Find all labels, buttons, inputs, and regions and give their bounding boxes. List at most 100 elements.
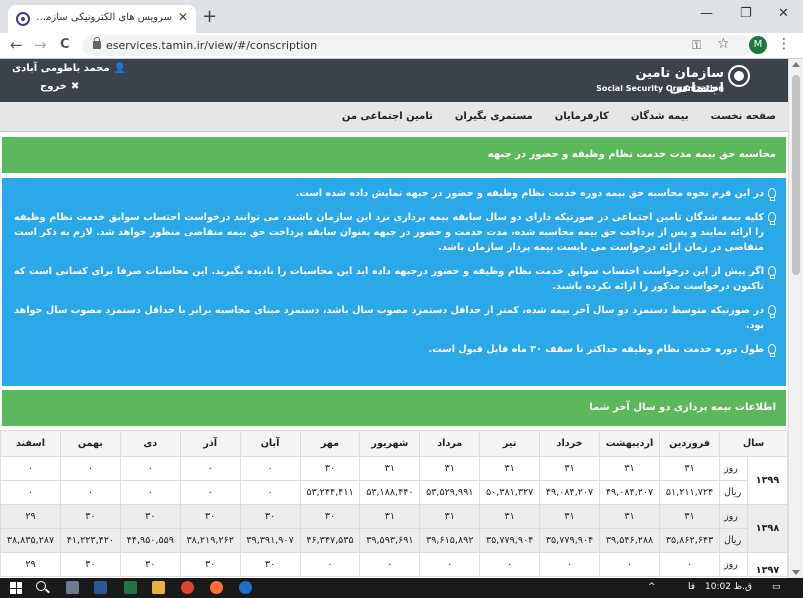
browser-window: سرویس های الکترونیکی سازمان تام ✕ + — ❐ … [0, 0, 803, 598]
days-cell: ۳۱ [419, 504, 481, 529]
contribution-table: سال فروردین اردیبهشت خرداد تیر مرداد شهر… [0, 430, 788, 577]
reload-button[interactable]: C [60, 37, 70, 52]
file-explorer-icon[interactable] [152, 581, 165, 594]
unit-rial-label: ریال [719, 528, 748, 553]
clock[interactable]: ق.ظ 10:02 [705, 582, 752, 592]
days-cell: ۳۱ [598, 456, 661, 481]
info-text: در صورتیکه متوسط دستمزد دو سال آخر بیمه … [14, 305, 764, 331]
scrollbar-thumb[interactable] [792, 75, 800, 275]
word-icon[interactable] [94, 581, 107, 594]
tab-close-icon[interactable]: ✕ [178, 10, 188, 24]
rial-cell: ۰ [59, 480, 121, 505]
days-cell: ۰ [359, 552, 421, 577]
nav-item-insured[interactable]: بیمه شدگان [631, 111, 689, 122]
logout-link[interactable]: ✖ خروج [40, 81, 79, 92]
logo-emblem-icon [728, 65, 750, 87]
maximize-button[interactable]: ❐ [740, 6, 752, 21]
days-cell: ۳۰ [119, 504, 181, 529]
days-cell: ۳۰ [179, 552, 241, 577]
table-row: ریال ۳۵,۸۶۲,۶۴۳ ۳۹,۵۴۶,۲۸۸ ۳۵,۷۷۹,۹۰۴ ۳۵… [0, 528, 788, 553]
tab-strip: سرویس های الکترونیکی سازمان تام ✕ + — ❐ … [0, 0, 803, 33]
excel-icon[interactable] [124, 581, 137, 594]
window-close-button[interactable]: ✕ [778, 6, 789, 21]
month-header: آذر [179, 430, 241, 457]
language-indicator[interactable]: فا [688, 582, 695, 592]
rial-cell: ۰ [239, 480, 301, 505]
rial-cell: ۳۸,۲۱۹,۲۶۲ [179, 528, 241, 553]
scroll-down-arrow-icon[interactable] [792, 570, 800, 575]
rial-cell: ۳۵,۸۶۲,۶۴۳ [659, 528, 720, 553]
info-text: طول دوره خدمت نظام وظیفه حداکثر تا سقف ۳… [428, 344, 764, 355]
page-viewport: سازمان تامین اجتماعی Social Security Org… [0, 59, 788, 578]
days-cell: ۰ [419, 552, 481, 577]
firefox-icon[interactable] [210, 581, 223, 594]
history-header: اطلاعات بیمه پردازی دو سال آخر شما [2, 390, 786, 426]
logout-icon: ✖ [70, 81, 80, 92]
new-tab-button[interactable]: + [202, 6, 217, 27]
days-cell: ۲۹ [0, 504, 61, 529]
lightbulb-icon [768, 212, 776, 225]
rial-cell: ۴۶,۳۴۷,۵۳۵ [299, 528, 361, 553]
calc-header: محاسبه حق بیمه مدت خدمت نظام وظیفه و حضو… [2, 137, 786, 173]
user-icon: 👤 [113, 63, 127, 74]
forward-button[interactable]: → [34, 36, 47, 54]
logout-label: خروج [40, 81, 67, 92]
days-cell: ۳۰ [299, 504, 361, 529]
info-text: کلیه بیمه شدگان تامین اجتماعی در صورتیکه… [14, 212, 764, 253]
minimize-button[interactable]: — [700, 6, 713, 21]
nav-item-pensioners[interactable]: مستمری بگیران [455, 111, 533, 122]
profile-avatar[interactable]: M [749, 36, 767, 54]
tab-title: سرویس های الکترونیکی سازمان تام [36, 12, 172, 23]
month-header: اسفند [0, 430, 61, 457]
nav-item-my-tamin[interactable]: تامین اجتماعی من [342, 111, 433, 122]
rial-cell: ۰ [119, 480, 181, 505]
task-view-icon[interactable] [66, 581, 79, 594]
lightbulb-icon [768, 266, 776, 279]
days-cell: ۳۱ [419, 456, 481, 481]
table-row: ۱۳۹۷ روز ۰ ۰ ۰ ۰ ۰ ۰ ۰ ۳۰ ۳۰ ۳۰ ۳۰ ۲۹ [0, 552, 788, 577]
info-text: اگر پیش از این درخواست احتساب سوابق خدمت… [14, 266, 764, 292]
month-header: فروردین [659, 430, 720, 457]
tray-chevron-icon[interactable]: ^ [648, 582, 656, 592]
unit-days-label: روز [719, 504, 748, 529]
days-cell: ۰ [239, 456, 301, 481]
month-header: مهر [299, 430, 361, 457]
rial-cell: ۳۹,۶۱۵,۸۹۲ [419, 528, 481, 553]
url-bar[interactable]: eservices.tamin.ir/view/#/conscription [82, 35, 752, 56]
search-icon[interactable] [36, 581, 46, 591]
main-nav: صفحه نخست بیمه شدگان کارفرمایان مستمری ب… [0, 102, 788, 132]
days-cell: ۳۱ [539, 504, 600, 529]
chrome-icon[interactable] [181, 581, 194, 594]
month-header: تیر [479, 430, 541, 457]
ie-icon[interactable] [239, 581, 252, 594]
windows-start-icon[interactable] [10, 582, 22, 594]
notification-icon[interactable]: ▭ [772, 582, 781, 592]
nav-item-employers[interactable]: کارفرمایان [555, 111, 609, 122]
key-icon[interactable]: ⚿ [692, 38, 701, 53]
lightbulb-icon [768, 344, 776, 357]
scroll-up-arrow-icon[interactable] [792, 62, 800, 67]
browser-menu-icon[interactable]: ⋮ [777, 36, 791, 52]
bookmark-star-icon[interactable]: ☆ [717, 36, 730, 52]
rial-cell: ۵۳,۲۴۴,۴۱۱ [299, 480, 361, 505]
rial-cell: ۰ [0, 480, 61, 505]
info-item: در این فرم نحوه محاسبه حق بیمه دوره خدمت… [14, 186, 776, 201]
info-panel: در این فرم نحوه محاسبه حق بیمه دوره خدمت… [2, 178, 786, 386]
browser-tab[interactable]: سرویس های الکترونیکی سازمان تام ✕ [8, 5, 196, 33]
info-item: کلیه بیمه شدگان تامین اجتماعی در صورتیکه… [14, 210, 776, 255]
days-cell: ۳۰ [239, 504, 301, 529]
unit-rial-label: ریال [719, 480, 748, 505]
days-cell: ۲۹ [0, 552, 61, 577]
month-header: بهمن [59, 430, 121, 457]
days-cell: ۰ [598, 552, 661, 577]
rial-cell: ۵۰,۳۸۱,۳۲۷ [479, 480, 541, 505]
page-scrollbar[interactable] [788, 59, 803, 578]
nav-item-home[interactable]: صفحه نخست [711, 111, 776, 122]
url-text[interactable]: eservices.tamin.ir/view/#/conscription [106, 39, 317, 52]
month-header: اردیبهشت [598, 430, 661, 457]
back-button[interactable]: ← [10, 36, 23, 54]
info-text: در این فرم نحوه محاسبه حق بیمه دوره خدمت… [295, 188, 764, 199]
windows-taskbar: ^ فا ق.ظ 10:02 ▭ [0, 578, 803, 598]
site-logo[interactable]: سازمان تامین اجتماعی Social Security Org… [596, 64, 782, 98]
logo-title-en: Social Security Organization [596, 84, 724, 93]
